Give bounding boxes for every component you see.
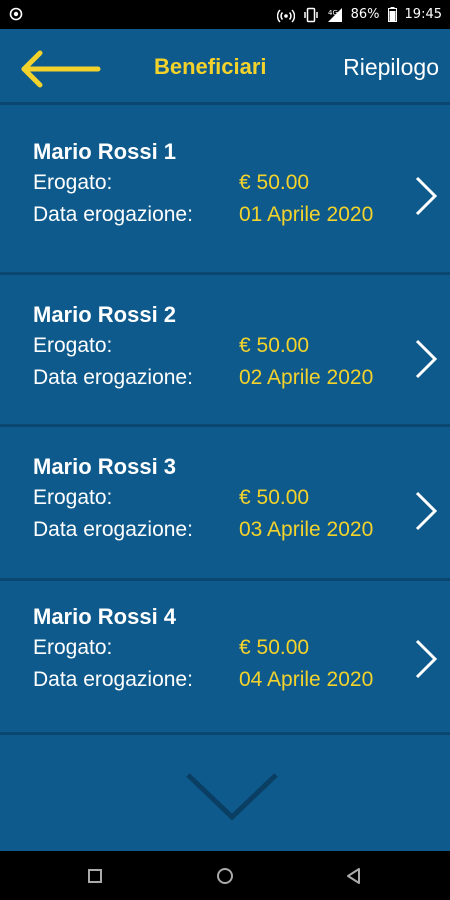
date-label: Data erogazione: — [33, 668, 193, 691]
amount-label: Erogato: — [33, 486, 113, 509]
beneficiary-row[interactable]: Mario Rossi 2 Erogato: € 50.00 Data erog… — [0, 275, 450, 425]
beneficiary-name: Mario Rossi 4 — [33, 604, 177, 629]
chevron-right-icon — [415, 176, 438, 216]
app-notification-icon — [9, 7, 23, 21]
amount-label: Erogato: — [33, 636, 113, 659]
summary-button[interactable]: Riepilogo — [343, 54, 439, 81]
date-value: 03 Aprile 2020 — [239, 518, 374, 541]
amount-value: € 50.00 — [239, 486, 310, 509]
amount-value: € 50.00 — [239, 171, 310, 194]
back-button[interactable] — [18, 49, 102, 89]
vibrate-icon — [303, 7, 319, 23]
home-icon[interactable] — [214, 865, 236, 887]
svg-text:4G: 4G — [328, 9, 338, 17]
chevron-right-icon — [415, 339, 438, 379]
signal-icon: 4G — [327, 7, 343, 23]
chevron-down-icon[interactable] — [184, 771, 280, 823]
recent-apps-icon[interactable] — [84, 865, 106, 887]
beneficiary-name: Mario Rossi 2 — [33, 302, 177, 327]
date-value: 04 Aprile 2020 — [239, 668, 374, 691]
date-value: 01 Aprile 2020 — [239, 203, 374, 226]
date-label: Data erogazione: — [33, 518, 193, 541]
battery-percent: 86% — [350, 7, 380, 22]
beneficiary-row[interactable]: Mario Rossi 1 Erogato: € 50.00 Data erog… — [0, 104, 450, 272]
date-value: 02 Aprile 2020 — [239, 366, 374, 389]
clock: 19:45 — [404, 7, 442, 22]
battery-icon — [387, 7, 397, 22]
system-nav-bar — [0, 851, 450, 900]
date-label: Data erogazione: — [33, 203, 193, 226]
beneficiary-name: Mario Rossi 1 — [33, 139, 177, 164]
beneficiary-row[interactable]: Mario Rossi 4 Erogato: € 50.00 Data erog… — [0, 581, 450, 732]
back-icon[interactable] — [343, 865, 365, 887]
row-divider — [0, 732, 450, 735]
date-label: Data erogazione: — [33, 366, 193, 389]
amount-value: € 50.00 — [239, 636, 310, 659]
hotspot-icon — [276, 7, 295, 23]
chevron-right-icon — [415, 639, 438, 679]
arrow-left-icon — [21, 50, 101, 88]
page-title: Beneficiari — [154, 54, 267, 79]
chevron-right-icon — [415, 491, 438, 531]
amount-value: € 50.00 — [239, 334, 310, 357]
amount-label: Erogato: — [33, 334, 113, 357]
app-header: Beneficiari Riepilogo — [0, 29, 450, 103]
beneficiary-name: Mario Rossi 3 — [33, 454, 177, 479]
status-bar: 4G 86% 19:45 — [0, 0, 450, 29]
amount-label: Erogato: — [33, 171, 113, 194]
beneficiary-row[interactable]: Mario Rossi 3 Erogato: € 50.00 Data erog… — [0, 427, 450, 579]
